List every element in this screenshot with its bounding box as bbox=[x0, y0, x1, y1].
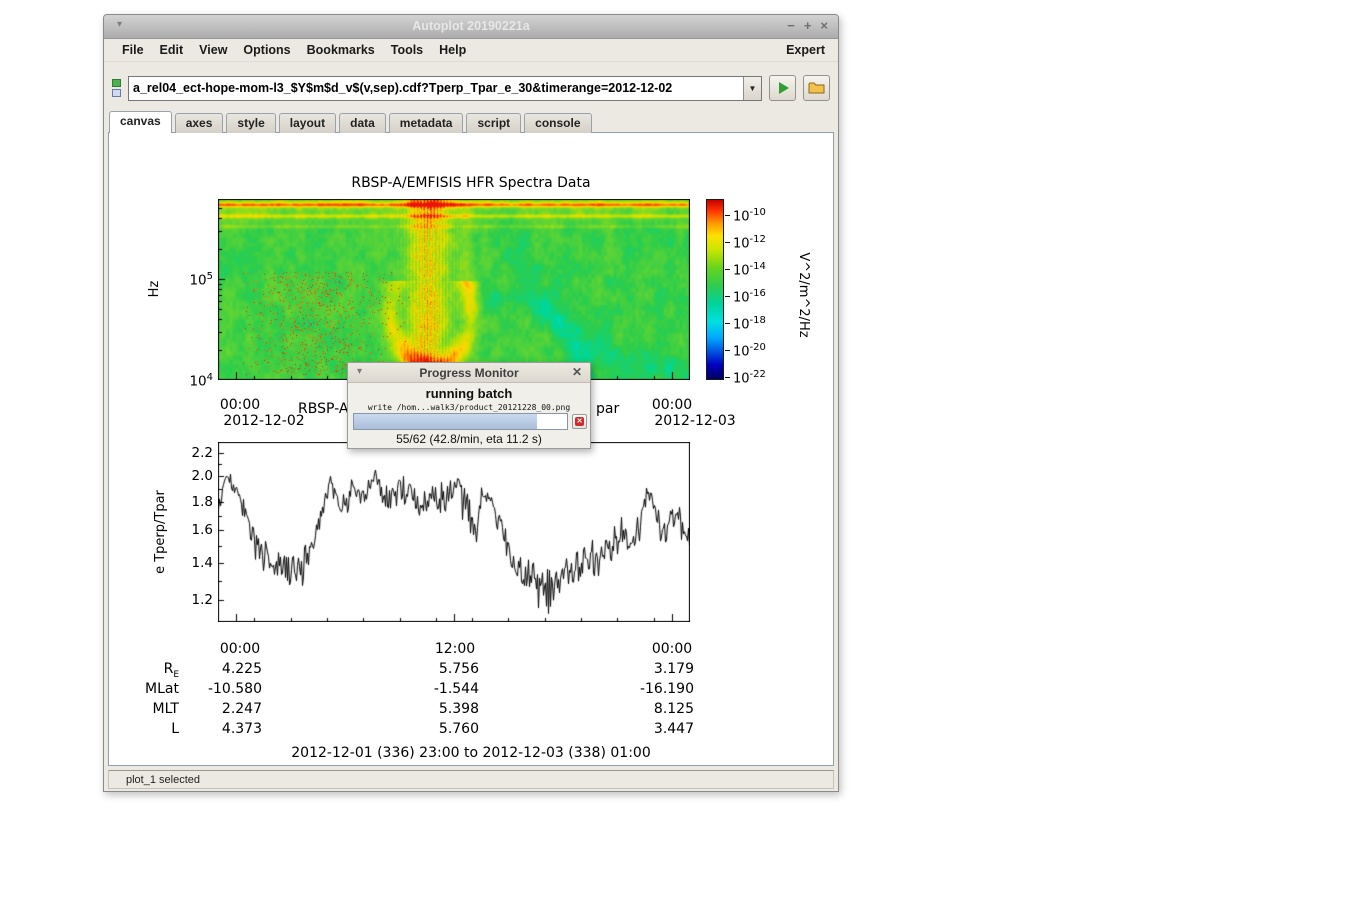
status-bar: plot_1 selected bbox=[108, 770, 834, 789]
menu-options[interactable]: Options bbox=[235, 40, 298, 60]
timeseries-ytick-label: 1.6 bbox=[163, 522, 213, 538]
go-button[interactable] bbox=[769, 75, 796, 101]
ephemeris-value: 5.756 bbox=[389, 661, 479, 677]
tab-metadata[interactable]: metadata bbox=[389, 113, 464, 133]
spectrogram-xtick-date: 2012-12-02 bbox=[220, 413, 308, 429]
ephemeris-value: 5.398 bbox=[389, 701, 479, 717]
ephemeris-value: -1.544 bbox=[389, 681, 479, 697]
tab-data[interactable]: data bbox=[339, 113, 386, 133]
colorbar-tick-label: 10-10 bbox=[733, 207, 797, 224]
progress-dialog-titlebar[interactable]: ▾ Progress Monitor ✕ bbox=[348, 363, 590, 383]
plot2-title-fragment-right: par bbox=[596, 401, 619, 417]
play-icon bbox=[779, 82, 789, 94]
menu-file[interactable]: File bbox=[114, 40, 152, 60]
desktop: ▾ Autoplot 20190221a − + × File Edit Vie… bbox=[0, 0, 1345, 916]
spectrogram-xtick-label: 00:00 bbox=[218, 397, 262, 413]
spectrogram-xtick-date: 2012-12-03 bbox=[651, 413, 739, 429]
ephemeris-value: 5.760 bbox=[389, 721, 479, 737]
address-bar: a_rel04_ect-hope-mom-l3_$Y$m$d_v$(v,sep)… bbox=[104, 71, 838, 105]
colorbar-tick-label: 10-16 bbox=[733, 288, 797, 305]
menu-bookmarks[interactable]: Bookmarks bbox=[299, 40, 383, 60]
colorbar-tick-label: 10-20 bbox=[733, 342, 797, 359]
spectrogram-ytick-label: 104 bbox=[163, 372, 213, 390]
window-title: Autoplot 20190221a bbox=[104, 19, 838, 33]
ephemeris-row-label: RE bbox=[119, 661, 179, 680]
progress-detail-label: write /hom...walk3/product_20121228_00.p… bbox=[348, 403, 590, 412]
timeseries-xtick-label: 12:00 bbox=[433, 641, 477, 657]
ephemeris-value: 4.225 bbox=[172, 661, 262, 677]
spectrogram-xtick-label: 00:00 bbox=[650, 397, 694, 413]
timeseries-xtick-label: 00:00 bbox=[218, 641, 262, 657]
ephemeris-row-label: L bbox=[119, 721, 179, 740]
folder-icon bbox=[808, 81, 826, 95]
ephemeris-value: 3.179 bbox=[604, 661, 694, 677]
spectrogram-ytick-label: 105 bbox=[163, 271, 213, 289]
expert-mode-label[interactable]: Expert bbox=[786, 43, 838, 57]
tab-layout[interactable]: layout bbox=[279, 113, 336, 133]
colorbar-tick-label: 10-22 bbox=[733, 369, 797, 386]
open-file-button[interactable] bbox=[803, 75, 830, 101]
menu-view[interactable]: View bbox=[191, 40, 235, 60]
spectrogram-canvas[interactable] bbox=[218, 199, 690, 380]
timeseries-xtick-label: 00:00 bbox=[650, 641, 694, 657]
colorbar-tick-label: 10-12 bbox=[733, 234, 797, 251]
ephemeris-value: 8.125 bbox=[604, 701, 694, 717]
ephemeris-row-label: MLat bbox=[119, 681, 179, 700]
progress-task-label: running batch bbox=[348, 386, 590, 401]
ephemeris-value: -10.580 bbox=[172, 681, 262, 697]
tab-style[interactable]: style bbox=[226, 113, 275, 133]
progress-status-label: 55/62 (42.8/min, eta 11.2 s) bbox=[348, 432, 590, 446]
uri-list-toggle-icon[interactable] bbox=[112, 77, 124, 99]
cancel-x-icon: ✕ bbox=[575, 417, 584, 426]
progress-bar bbox=[353, 413, 568, 430]
ephemeris-value: 4.373 bbox=[172, 721, 262, 737]
spectrogram-colorbar[interactable] bbox=[706, 199, 724, 380]
ephemeris-value: 3.447 bbox=[604, 721, 694, 737]
uri-dropdown-button[interactable]: ▼ bbox=[743, 77, 761, 100]
cancel-button[interactable]: ✕ bbox=[572, 414, 587, 429]
window-titlebar[interactable]: ▾ Autoplot 20190221a − + × bbox=[104, 15, 838, 39]
maximize-button[interactable]: + bbox=[804, 18, 812, 33]
plot-canvas-panel[interactable]: RBSP-A/EMFISIS HFR Spectra Data Hz 105 1… bbox=[108, 132, 834, 766]
status-text: plot_1 selected bbox=[126, 774, 200, 786]
timeseries-canvas[interactable] bbox=[218, 442, 690, 622]
progress-dialog-title: Progress Monitor bbox=[348, 366, 590, 380]
plot2-title-fragment-left: RBSP-A bbox=[298, 401, 348, 417]
time-range-label: 2012-12-01 (336) 23:00 to 2012-12-03 (33… bbox=[109, 745, 833, 761]
timeseries-ytick-label: 1.2 bbox=[163, 592, 213, 608]
ephemeris-value: -16.190 bbox=[604, 681, 694, 697]
menu-tools[interactable]: Tools bbox=[383, 40, 431, 60]
close-button[interactable]: × bbox=[820, 18, 828, 33]
timeseries-ytick-label: 1.8 bbox=[163, 494, 213, 510]
colorbar-tick-label: 10-18 bbox=[733, 315, 797, 332]
uri-input[interactable]: a_rel04_ect-hope-mom-l3_$Y$m$d_v$(v,sep)… bbox=[128, 76, 762, 101]
timeseries-ytick-label: 2.0 bbox=[163, 468, 213, 484]
tab-bar: canvas axes style layout data metadata s… bbox=[109, 111, 833, 133]
spectrogram-title: RBSP-A/EMFISIS HFR Spectra Data bbox=[109, 175, 833, 191]
progress-fill bbox=[354, 414, 537, 429]
progress-dialog-close-icon[interactable]: ✕ bbox=[572, 365, 582, 379]
menu-bar: File Edit View Options Bookmarks Tools H… bbox=[104, 39, 838, 62]
tab-canvas[interactable]: canvas bbox=[109, 111, 172, 133]
ephemeris-value: 2.247 bbox=[172, 701, 262, 717]
menu-help[interactable]: Help bbox=[431, 40, 474, 60]
colorbar-axis-label: V^2/m^2/Hz bbox=[796, 246, 812, 344]
tab-console[interactable]: console bbox=[524, 113, 591, 133]
tab-axes[interactable]: axes bbox=[175, 113, 224, 133]
spectrogram-y-axis-label: Hz bbox=[146, 269, 162, 309]
menu-edit[interactable]: Edit bbox=[152, 40, 192, 60]
colorbar-tick-label: 10-14 bbox=[733, 261, 797, 278]
minimize-button[interactable]: − bbox=[787, 18, 795, 33]
progress-monitor-dialog: ▾ Progress Monitor ✕ running batch write… bbox=[347, 362, 591, 449]
timeseries-ytick-label: 2.2 bbox=[163, 445, 213, 461]
uri-text[interactable]: a_rel04_ect-hope-mom-l3_$Y$m$d_v$(v,sep)… bbox=[129, 81, 743, 95]
timeseries-ytick-label: 1.4 bbox=[163, 555, 213, 571]
tab-script[interactable]: script bbox=[466, 113, 521, 133]
ephemeris-row-label: MLT bbox=[119, 701, 179, 720]
